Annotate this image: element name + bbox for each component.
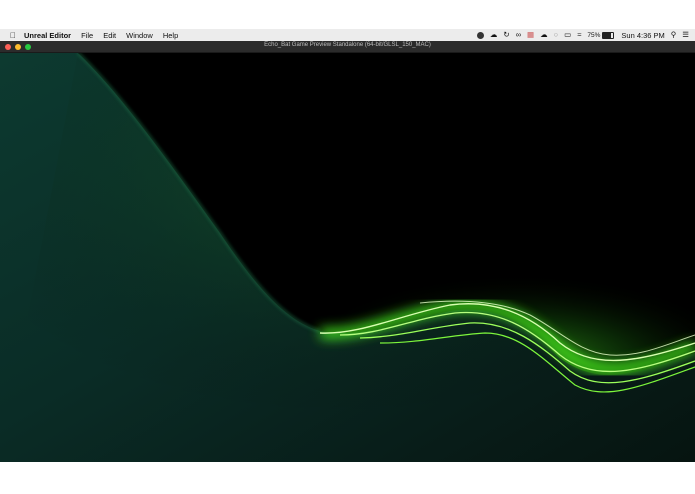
cloud-dark-icon[interactable]: ☁: [540, 29, 548, 41]
apple-logo-icon[interactable]: : [10, 31, 16, 40]
game-preview-window: Echo_Bat Game Preview Standalone (64-bit…: [0, 41, 695, 462]
game-scene: [0, 53, 695, 462]
airplay-icon[interactable]: ▭: [564, 29, 571, 41]
menu-help[interactable]: Help: [163, 31, 178, 40]
list-icon[interactable]: ☰: [682, 29, 689, 41]
window-titlebar[interactable]: Echo_Bat Game Preview Standalone (64-bit…: [0, 41, 695, 53]
menu-edit[interactable]: Edit: [103, 31, 116, 40]
window-title: Echo_Bat Game Preview Standalone (64-bit…: [264, 42, 431, 48]
battery-percent[interactable]: 75%: [587, 32, 600, 39]
glasses-icon[interactable]: ∞: [516, 29, 521, 41]
game-viewport[interactable]: [0, 53, 695, 462]
clock[interactable]: Sun 4:36 PM: [621, 31, 664, 40]
link-icon[interactable]: ○: [554, 29, 559, 41]
app-menu-unreal-editor[interactable]: Unreal Editor: [24, 31, 71, 40]
cloud-icon[interactable]: ☁: [490, 29, 498, 41]
wifi-icon[interactable]: ≈: [577, 29, 581, 41]
menu-window[interactable]: Window: [126, 31, 153, 40]
grid-icon[interactable]: ▦: [527, 29, 534, 41]
battery-fill: [603, 32, 611, 38]
messages-icon[interactable]: [476, 31, 484, 39]
battery-icon[interactable]: [602, 31, 615, 39]
search-icon[interactable]: ⚲: [671, 29, 677, 41]
menu-file[interactable]: File: [81, 31, 93, 40]
sync-icon[interactable]: ↻: [503, 29, 509, 41]
